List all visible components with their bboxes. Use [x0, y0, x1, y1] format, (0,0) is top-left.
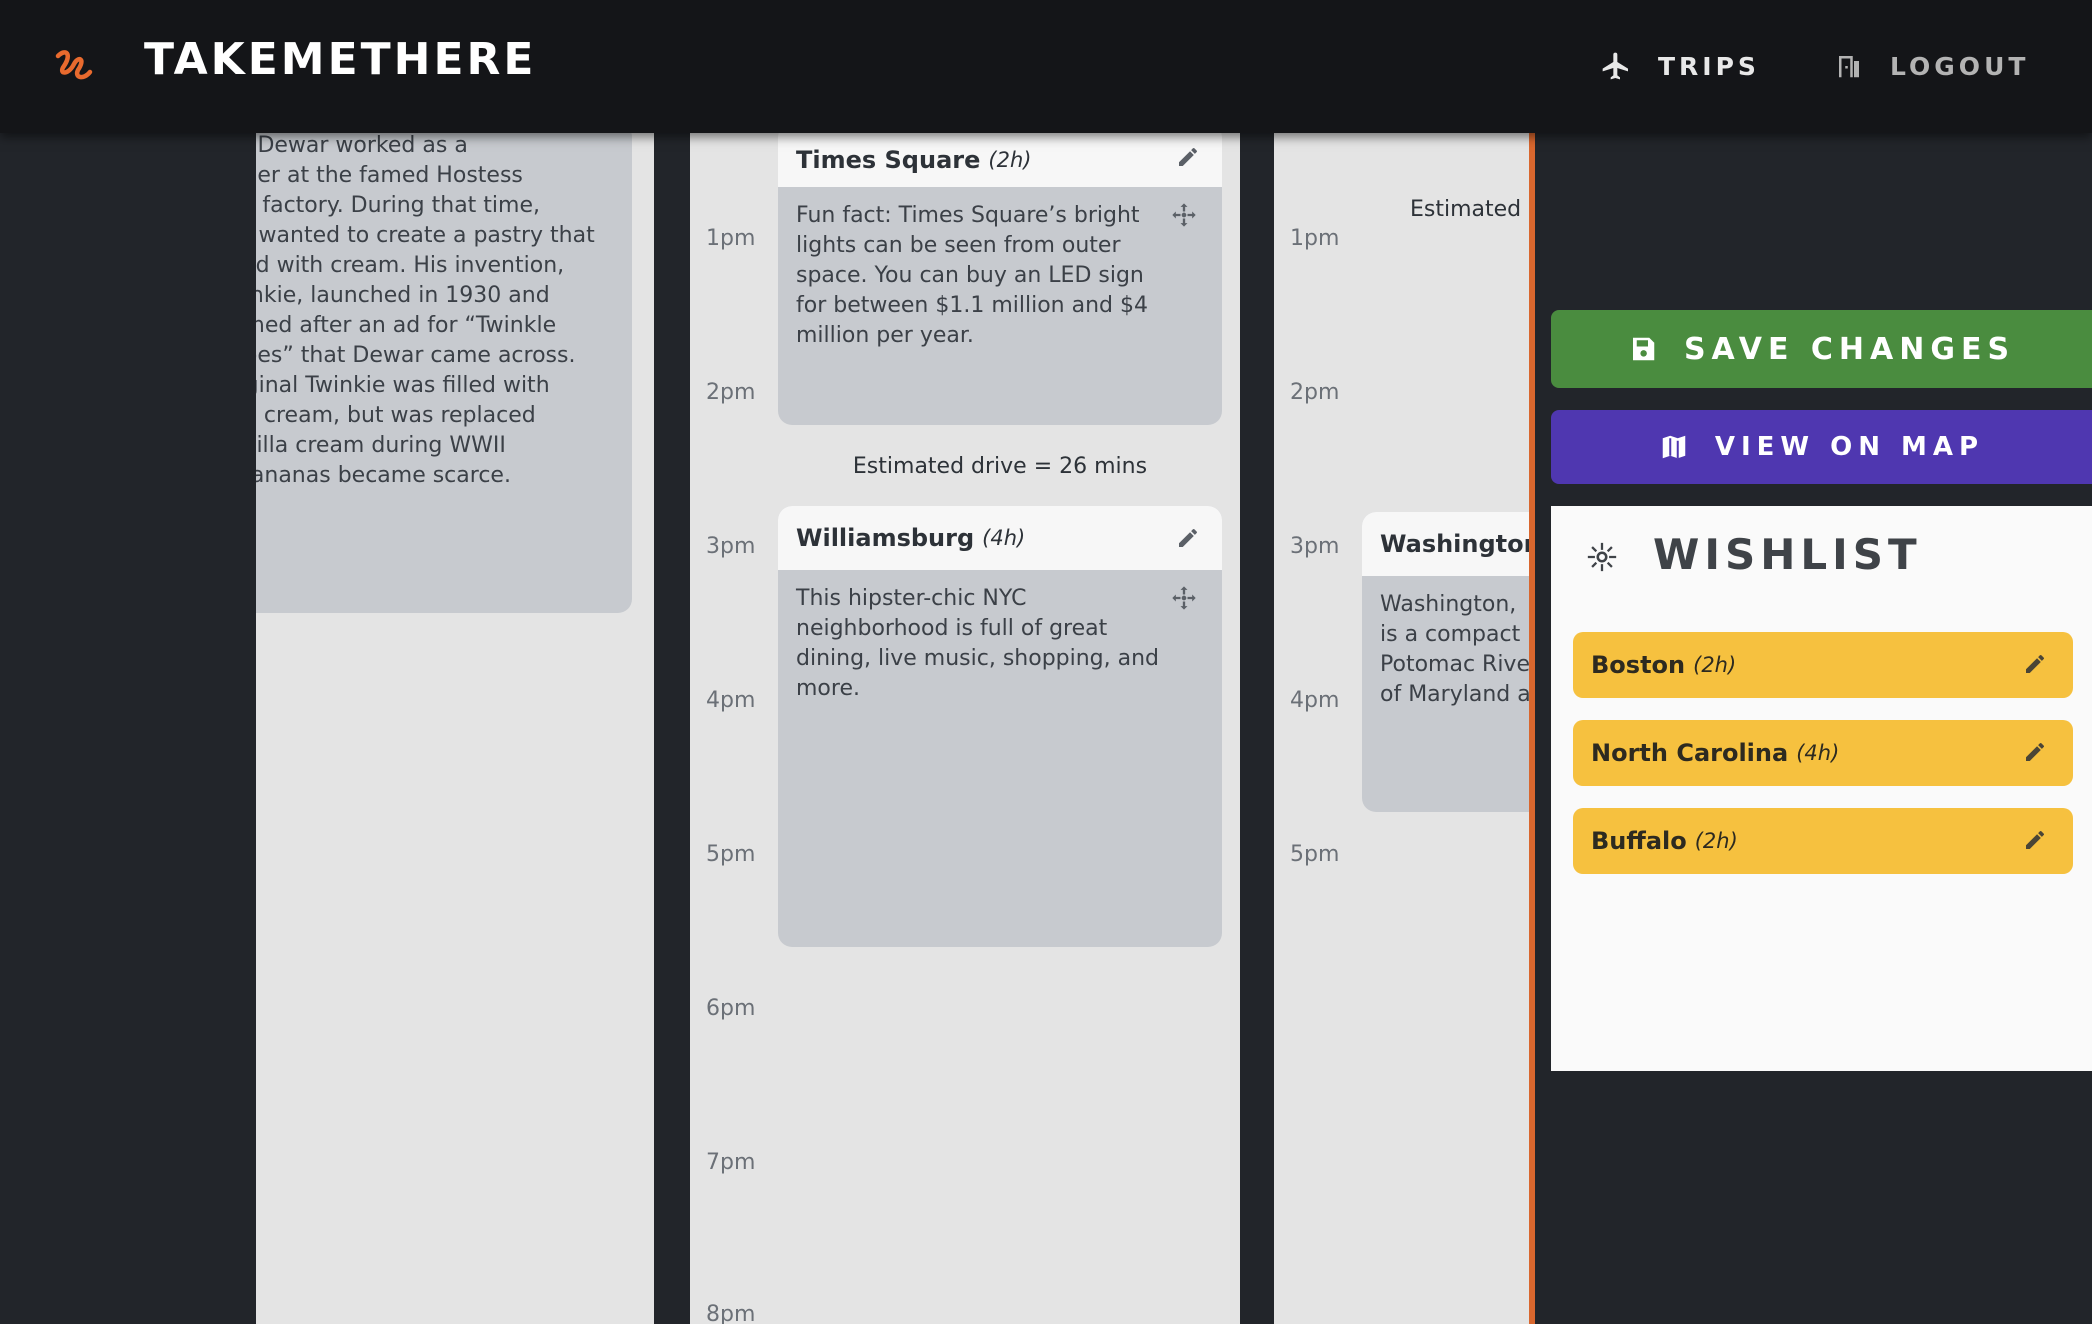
logo-icon[interactable] [52, 44, 96, 88]
time-label: 4pm [706, 688, 756, 713]
description-line: Washington, [1380, 592, 1517, 617]
card-duration: (2h) [988, 148, 1032, 172]
drive-estimate: Estimated drive = 26 mins [852, 454, 1148, 479]
description-line: named after an ad for “Twinkle [256, 313, 557, 338]
description-line: of Maryland a [1380, 682, 1531, 707]
top-nav: TAKEMETHERE TRIPS LOGOUT [0, 0, 2092, 133]
save-changes-label: SAVE CHANGES [1683, 331, 2016, 367]
save-changes-button[interactable]: SAVE CHANGES [1551, 310, 2092, 388]
wishlist-item-title: Boston [1591, 651, 1686, 679]
activity-card[interactable]: Williamsburg (4h) This hipster-chic NYC … [778, 506, 1222, 947]
pencil-icon[interactable] [2023, 828, 2047, 852]
view-on-map-button[interactable]: VIEW ON MAP [1551, 410, 2092, 484]
description-line: filled with cream. His invention, [256, 253, 565, 278]
activity-card[interactable]: my Dewar worked as a nager at the famed … [256, 133, 632, 613]
description-line: Shoes” that Dewar came across. [256, 343, 576, 368]
wishlist-item-duration: (2h) [1693, 653, 1737, 677]
drive-estimate: Estimated d [1410, 197, 1531, 222]
card-description: Washington, is a compact Potomac Rive of… [1362, 576, 1531, 710]
pencil-icon[interactable] [1176, 526, 1200, 550]
description-line: nager at the famed Hostess [256, 163, 523, 188]
time-label: 2pm [1290, 380, 1340, 405]
card-description: This hipster-chic NYC neighborhood is fu… [778, 570, 1222, 704]
card-title: Times Square [796, 146, 981, 174]
door-icon [1839, 56, 1859, 78]
wishlist-item-title: Buffalo [1591, 827, 1687, 855]
wishlist-item[interactable]: Buffalo (2h) [1573, 808, 2073, 874]
plane-icon [1602, 52, 1628, 80]
day-column-2[interactable]: 1pm 2pm 3pm 4pm 5pm 6pm 7pm 8pm Times Sq… [690, 133, 1240, 1324]
card-body-text: Fun fact: Times Square’s bright lights c… [796, 203, 1148, 348]
day-column-3[interactable]: Estimated d 1pm 2pm 3pm 4pm 5pm Washingt… [1274, 133, 1531, 1324]
time-label: 5pm [706, 842, 756, 867]
wishlist-item[interactable]: North Carolina (4h) [1573, 720, 2073, 786]
brand-title[interactable]: TAKEMETHERE [144, 34, 536, 85]
card-duration: (4h) [982, 526, 1026, 550]
move-icon[interactable] [1170, 201, 1198, 229]
pencil-icon[interactable] [2023, 740, 2047, 764]
move-icon[interactable] [1170, 584, 1198, 612]
wishlist-item-title: North Carolina [1591, 739, 1789, 767]
description-line: vanilla cream during WWII [256, 433, 506, 458]
card-body-text: This hipster-chic NYC neighborhood is fu… [796, 586, 1160, 701]
description-line: ana cream, but was replaced [256, 403, 536, 428]
day-column-1[interactable]: my Dewar worked as a nager at the famed … [256, 133, 654, 1324]
description-line: Twinkie, launched in 1930 and [256, 283, 550, 308]
floppy-icon [1632, 337, 1655, 361]
card-title: Washington [1380, 530, 1531, 558]
nav-logout-link[interactable]: LOGOUT [1834, 44, 2029, 88]
description-line: var wanted to create a pastry that [256, 223, 595, 248]
description-line: n bananas became scarce. [256, 463, 511, 488]
view-on-map-label: VIEW ON MAP [1714, 432, 1985, 462]
time-label: 5pm [1290, 842, 1340, 867]
wishlist-item[interactable]: Boston (2h) [1573, 632, 2073, 698]
description-line: Potomac Rive [1380, 652, 1530, 677]
card-header: Williamsburg (4h) [778, 506, 1222, 570]
map-icon [1662, 435, 1686, 459]
activity-card[interactable]: Washington Washington, is a compact Poto… [1362, 512, 1531, 812]
sparkle-icon [1587, 542, 1617, 572]
time-label: 3pm [1290, 534, 1340, 559]
nav-trips-label: TRIPS [1658, 51, 1760, 81]
time-label: 3pm [706, 534, 756, 559]
time-label: 7pm [706, 1150, 756, 1175]
description-line: my Dewar worked as a [256, 133, 468, 158]
pencil-icon[interactable] [1176, 145, 1200, 169]
wishlist-item-duration: (4h) [1796, 741, 1840, 765]
time-label: 2pm [706, 380, 756, 405]
wishlist-panel: WISHLIST Boston (2h) North Carolina (4h)… [1551, 506, 2092, 1071]
nav-trips-link[interactable]: TRIPS [1600, 44, 1760, 88]
nav-logout-label: LOGOUT [1890, 51, 2030, 81]
activity-card[interactable]: Times Square (2h) Fun fact: Times Square… [778, 133, 1222, 425]
pencil-icon[interactable] [2023, 652, 2047, 676]
description-line: nds factory. During that time, [256, 193, 540, 218]
description-line: is a compact [1380, 622, 1521, 647]
card-header: Washington [1362, 512, 1531, 576]
card-description: Fun fact: Times Square’s bright lights c… [778, 187, 1222, 351]
wishlist-item-duration: (2h) [1694, 829, 1738, 853]
time-label: 8pm [706, 1302, 756, 1324]
card-header: Times Square (2h) [778, 133, 1222, 187]
description-line: original Twinkie was filled with [256, 373, 550, 398]
time-label: 1pm [706, 226, 756, 251]
card-title: Williamsburg [796, 524, 975, 552]
time-label: 6pm [706, 996, 756, 1021]
time-label: 1pm [1290, 226, 1340, 251]
wishlist-title: WISHLIST [1653, 530, 1922, 579]
time-label: 4pm [1290, 688, 1340, 713]
sidebar-divider [1529, 133, 1535, 1324]
card-description: my Dewar worked as a nager at the famed … [256, 133, 596, 491]
